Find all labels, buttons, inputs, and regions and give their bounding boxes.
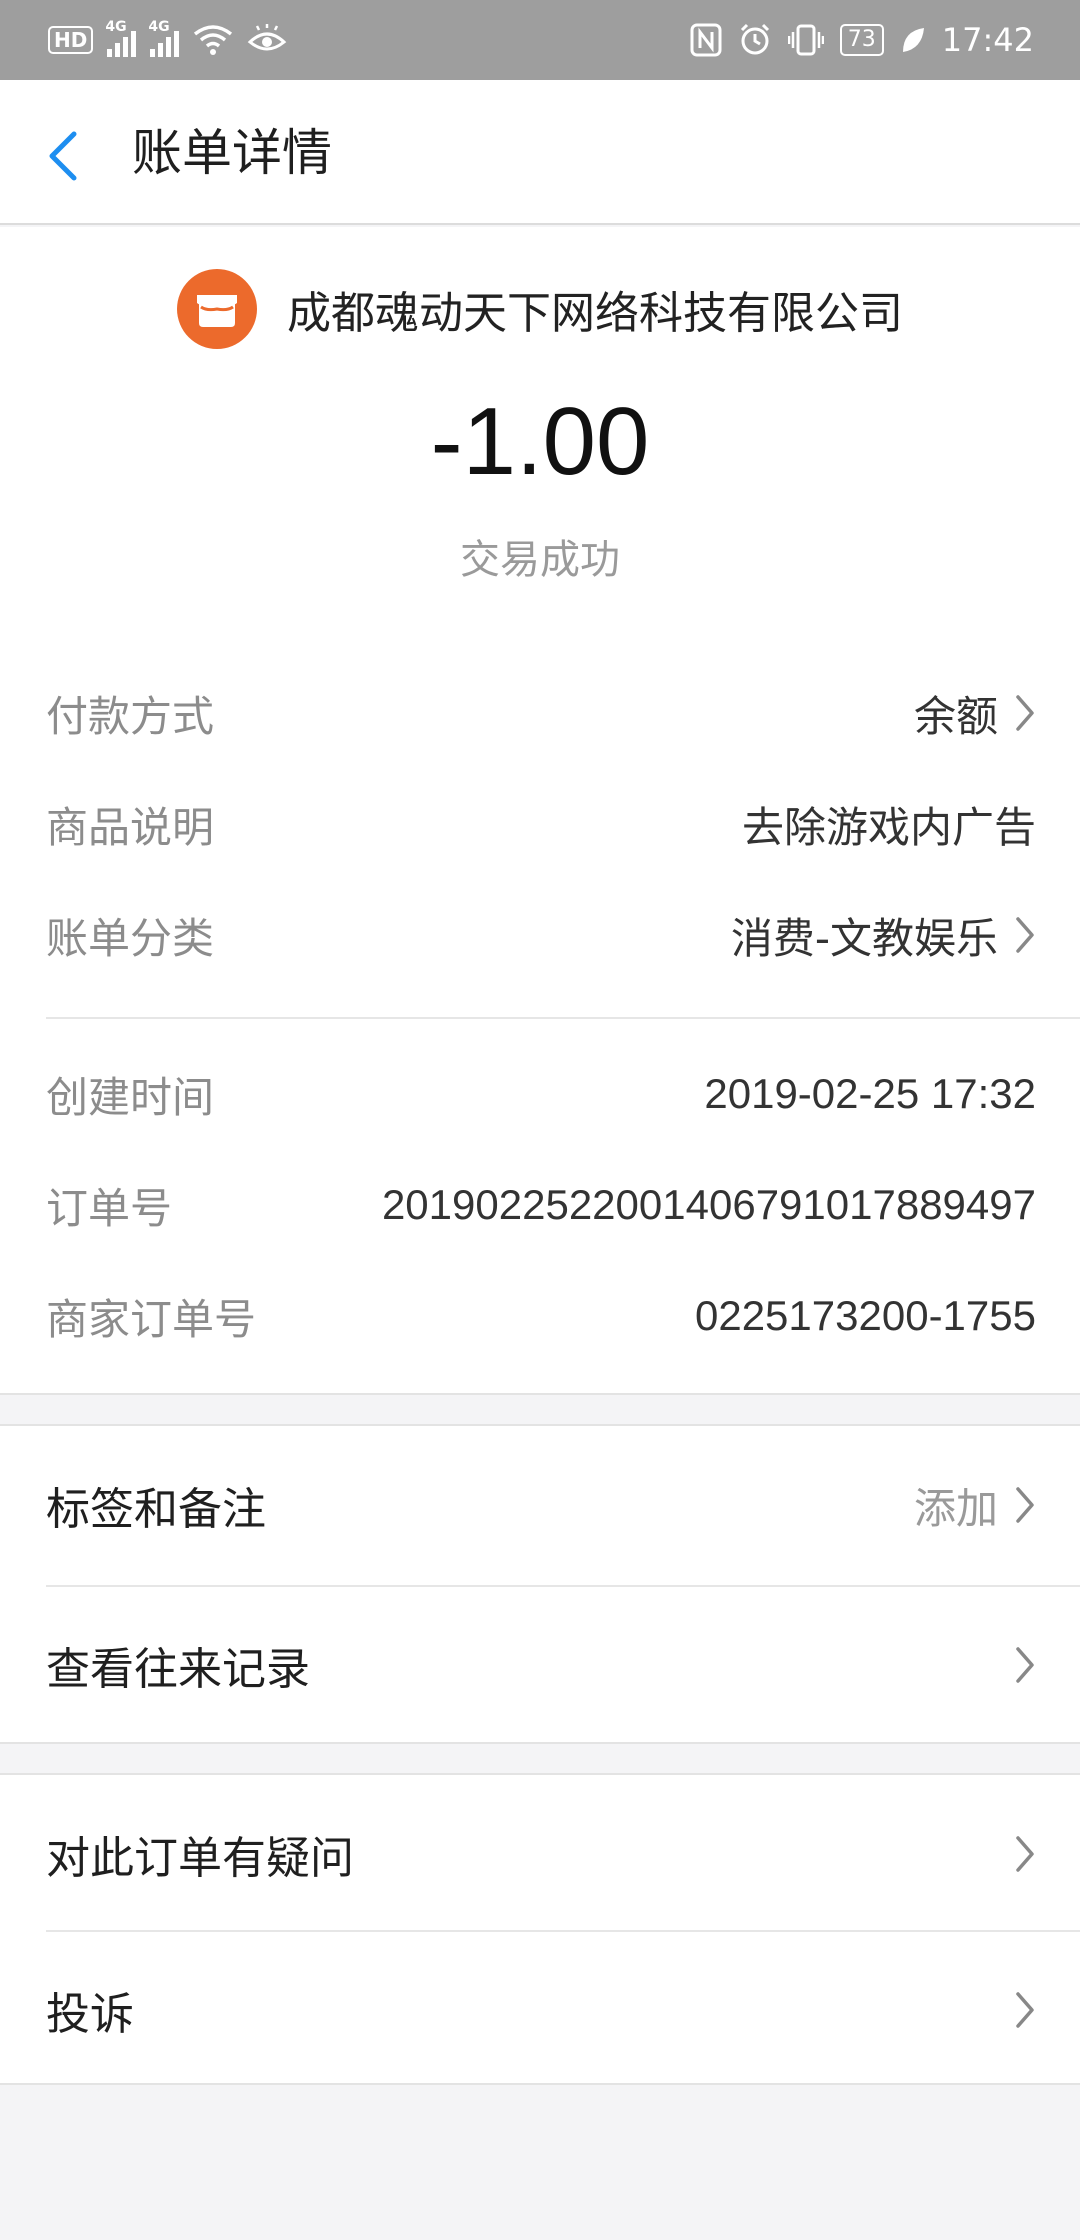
- order-number-row: 订单号 2019022522001406791017889497: [46, 1172, 1036, 1238]
- bill-category-value: 消费-文教娱乐: [730, 913, 998, 963]
- vibrate-icon: [787, 24, 824, 56]
- tags-history-card: 标签和备注 添加 查看往来记录: [0, 1424, 1080, 1744]
- chevron-left-icon[interactable]: [44, 128, 84, 184]
- nav-header: 账单详情: [0, 80, 1080, 225]
- order-number-value: 2019022522001406791017889497: [381, 1181, 1036, 1228]
- hd-badge: HD: [48, 26, 94, 54]
- payment-method-row[interactable]: 付款方式 余额: [46, 680, 1036, 746]
- page-title: 账单详情: [132, 124, 332, 182]
- bill-summary-card: 成都魂动天下网络科技有限公司 -1.00 交易成功 付款方式 余额 商品说明 去…: [0, 227, 1080, 1395]
- leaf-icon: [902, 28, 924, 52]
- status-bar-right: 73 17:42: [690, 0, 1034, 80]
- chevron-right-icon: [1016, 1992, 1034, 2028]
- signal-icon: 4G: [105, 19, 137, 57]
- chevron-right-icon: [1016, 1647, 1034, 1683]
- eye-icon: [248, 24, 287, 51]
- help-card: 对此订单有疑问 投诉: [0, 1773, 1080, 2085]
- history-item[interactable]: 查看往来记录: [46, 1586, 1036, 1744]
- status-bar-left: HD 4G 4G: [48, 0, 287, 80]
- nfc-icon: [690, 23, 722, 57]
- history-right: [998, 1645, 1036, 1685]
- signal-icon-2: 4G: [148, 19, 180, 57]
- clock: 17:42: [941, 21, 1034, 59]
- merchant-name: 成都魂动天下网络科技有限公司: [287, 288, 903, 339]
- merchant-order-number-value: 0225173200-1755: [694, 1292, 1036, 1339]
- product-description-row: 商品说明 去除游戏内广告: [46, 791, 1036, 857]
- product-description-value: 去除游戏内广告: [741, 802, 1036, 852]
- chevron-right-icon: [1016, 695, 1034, 731]
- tags-notes-label: 标签和备注: [46, 1484, 266, 1535]
- row-value: 余额: [914, 683, 1036, 744]
- created-time-value: 2019-02-25 17:32: [704, 1070, 1036, 1117]
- row-value: 消费-文教娱乐: [731, 905, 1036, 966]
- chevron-right-icon: [1016, 1487, 1034, 1523]
- row-label: 账单分类: [46, 913, 215, 963]
- row-label: 商家订单号: [46, 1294, 257, 1344]
- divider: [46, 1017, 1080, 1019]
- alarm-icon: [740, 23, 769, 55]
- battery-indicator: 73: [839, 24, 884, 56]
- network-type-label: 4G: [105, 19, 127, 35]
- order-question-label: 对此订单有疑问: [46, 1833, 354, 1884]
- complaint-item[interactable]: 投诉: [46, 1931, 1036, 2089]
- merchant-order-number-row: 商家订单号 0225173200-1755: [46, 1283, 1036, 1349]
- complaint-label: 投诉: [46, 1989, 134, 2040]
- network-type-label-2: 4G: [148, 19, 170, 35]
- amount: -1.00: [430, 388, 650, 495]
- chevron-right-icon: [1016, 917, 1034, 953]
- wifi-icon: [194, 25, 233, 55]
- order-question-right: [998, 1834, 1036, 1874]
- bill-category-row[interactable]: 账单分类 消费-文教娱乐: [46, 902, 1036, 968]
- chevron-right-icon: [1016, 1836, 1034, 1872]
- created-time-row: 创建时间 2019-02-25 17:32: [46, 1061, 1036, 1127]
- row-label: 付款方式: [46, 691, 215, 741]
- tags-notes-item[interactable]: 标签和备注 添加: [46, 1426, 1036, 1584]
- row-label: 订单号: [46, 1183, 173, 1233]
- row-label: 创建时间: [46, 1072, 215, 1122]
- add-tag-link[interactable]: 添加: [914, 1475, 998, 1536]
- merchant-row: 成都魂动天下网络科技有限公司: [0, 267, 1080, 351]
- payment-method-value: 余额: [913, 691, 998, 741]
- tags-notes-right: 添加: [914, 1475, 1036, 1536]
- history-label: 查看往来记录: [46, 1644, 310, 1695]
- complaint-right: [998, 1990, 1036, 2030]
- status-bar: HD 4G 4G 73 17:42: [0, 0, 1080, 80]
- trade-status: 交易成功: [460, 537, 620, 583]
- storefront-icon: [177, 269, 257, 349]
- row-label: 商品说明: [46, 802, 215, 852]
- order-question-item[interactable]: 对此订单有疑问: [46, 1775, 1036, 1933]
